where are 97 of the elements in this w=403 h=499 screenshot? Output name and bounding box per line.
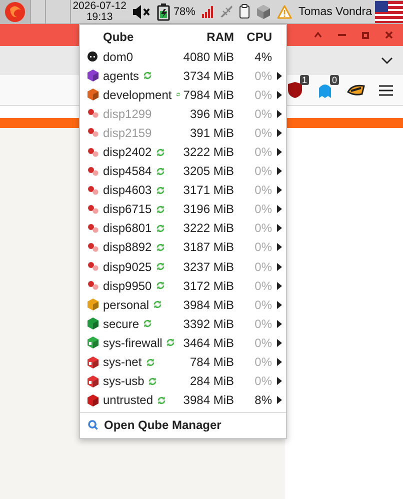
qube-name[interactable]: disp4584 [103,164,152,178]
ram-value: 3984 MiB [182,393,234,408]
ram-value: 3984 MiB [182,298,234,312]
ram-value: 396 MiB [188,106,234,121]
cpu-value: 0% [254,183,272,198]
submenu-arrow-icon[interactable] [277,205,282,214]
ram-value: 3205 MiB [182,164,234,178]
cpu-value: 0% [254,221,272,236]
submenu-arrow-icon[interactable] [277,243,282,252]
qube-name[interactable]: development [103,88,172,102]
qube-name[interactable]: disp6715 [103,202,152,216]
clipboard-icon[interactable] [239,4,250,19]
count-badge: 0 [330,75,339,85]
ram-value: 3196 MiB [182,202,234,216]
cpu-value: 0% [254,68,272,83]
maximize-icon[interactable] [362,32,369,38]
column-header: CPU [246,30,272,44]
cpu-value: 0% [254,260,272,274]
ram-value: 3222 MiB [182,221,234,236]
submenu-arrow-icon[interactable] [277,167,282,176]
submenu-arrow-icon[interactable] [277,320,282,328]
submenu-arrow-icon[interactable] [277,224,282,232]
submenu-arrow-icon[interactable] [277,282,282,290]
submenu-arrow-icon[interactable] [277,128,282,137]
ram-value: 7984 MiB [182,88,234,102]
cube-icon[interactable] [256,4,272,20]
cpu-value: 0% [254,88,272,102]
speaker-muted-icon[interactable] [133,4,152,18]
ram-value: 3237 MiB [182,260,234,274]
ram-value: 3464 MiB [182,336,234,350]
cpu-value: 0% [254,336,272,350]
cpu-value: 0% [254,298,272,312]
submenu-arrow-icon[interactable] [277,300,282,309]
submenu-arrow-icon[interactable] [277,110,282,118]
qube-name[interactable]: agents [103,68,140,83]
cpu-value: 0% [254,145,272,160]
ram-value: 3172 MiB [182,278,234,293]
ram-value: 3187 MiB [182,240,234,254]
submenu-arrow-icon[interactable] [277,358,282,366]
qube-name[interactable]: personal [103,298,150,312]
chevron-up-icon[interactable] [314,32,322,38]
submenu-arrow-icon[interactable] [277,90,282,99]
ram-value: 3392 MiB [182,316,234,331]
cpu-value: 0% [254,240,272,254]
ram-value: 3171 MiB [182,183,234,198]
menu-icon[interactable] [379,84,393,96]
ram-value: 784 MiB [188,355,234,370]
flag-icon[interactable] [374,0,403,22]
date-text: 2026-07-12 [72,0,126,12]
qube-name[interactable]: dom0 [103,50,134,64]
qube-name[interactable]: sys-usb [103,374,144,388]
chevron-down-icon[interactable] [381,57,393,64]
cpu-value: 0% [254,316,272,331]
qube-name[interactable]: disp6801 [103,221,152,236]
cpu-value: 0% [254,278,272,293]
qube-name[interactable]: sys-firewall [103,336,162,350]
user-name[interactable]: Tomas Vondra [298,6,372,18]
ram-value: 4080 MiB [182,50,234,64]
ram-value: 3734 MiB [182,68,234,83]
qube-name[interactable]: disp4603 [103,183,152,198]
mask-icon[interactable] [347,83,365,97]
qube-name[interactable]: disp9950 [103,278,152,293]
qube-name[interactable]: disp2402 [103,145,152,160]
ram-value: 284 MiB [188,374,234,388]
submenu-arrow-icon[interactable] [277,72,282,80]
time-text: 19:13 [86,12,113,22]
submenu-arrow-icon[interactable] [277,262,282,271]
submenu-arrow-icon[interactable] [277,396,282,404]
cpu-value: 0% [254,126,272,140]
battery-percent: 78% [173,6,196,18]
cpu-value: 0% [254,374,272,388]
battery-icon[interactable] [157,2,170,20]
cpu-value: 0% [254,202,272,216]
cpu-value: 4% [254,50,272,64]
qube-name[interactable]: secure [103,316,140,331]
submenu-arrow-icon[interactable] [277,338,282,347]
submenu-arrow-icon[interactable] [277,186,282,194]
open-qube-manager-item[interactable]: Open Qube Manager [104,418,222,432]
submenu-arrow-icon[interactable] [277,377,282,386]
submenu-arrow-icon[interactable] [277,148,282,156]
column-header: RAM [206,30,234,44]
search-icon [88,420,98,430]
close-icon[interactable] [385,31,393,39]
qube-name[interactable]: untrusted [103,393,154,408]
count-badge: 1 [300,75,309,85]
qube-name[interactable]: disp9025 [103,260,152,274]
cpu-value: 0% [254,355,272,370]
qube-name[interactable]: disp8892 [103,240,152,254]
qube-name[interactable]: sys-net [103,355,142,370]
ram-value: 3222 MiB [182,145,234,160]
cpu-value: 0% [254,164,272,178]
signal-icon[interactable] [202,6,214,18]
column-header: Qube [103,30,135,44]
shield-icon[interactable] [287,81,303,99]
cpu-value: 8% [254,393,272,408]
cpu-value: 0% [254,106,272,121]
ram-value: 391 MiB [188,126,234,140]
